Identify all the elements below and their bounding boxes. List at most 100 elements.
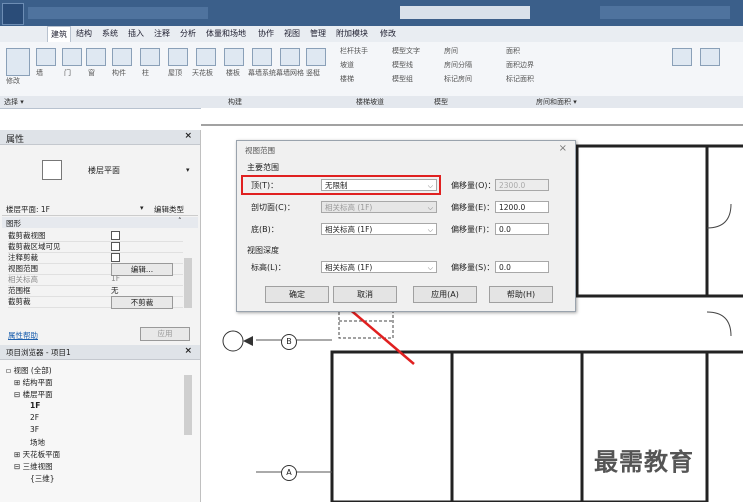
tree-item[interactable]: 2F (30, 413, 39, 422)
model-text-button[interactable]: 模型文字 (392, 46, 420, 56)
apply-button[interactable]: 应用(A) (413, 286, 477, 303)
tab-modify[interactable]: 修改 (380, 28, 396, 39)
help-button[interactable]: 帮助(H) (489, 286, 553, 303)
property-checkbox[interactable] (111, 231, 120, 240)
panel-room-area[interactable]: 房间和面积 ▾ (536, 97, 577, 107)
property-value[interactable]: 无 (111, 285, 119, 296)
tab-annotate[interactable]: 注释 (154, 28, 170, 39)
window-button[interactable] (86, 48, 106, 66)
tab-architecture[interactable]: 建筑 (47, 26, 71, 42)
property-checkbox[interactable] (111, 242, 120, 251)
view-selector[interactable]: 楼层平面: 1F ▾ 编辑类型 (2, 203, 198, 216)
top-level-select[interactable]: 无限制 ⌵ (321, 179, 437, 191)
tree-item[interactable]: 3F (30, 425, 39, 434)
roof-button[interactable] (168, 48, 188, 66)
bottom-level-value: 相关标高 (1F) (325, 225, 373, 234)
area-boundary-button[interactable]: 面积边界 (506, 60, 534, 70)
model-group-button[interactable]: 模型组 (392, 74, 413, 84)
tree-item-label: 三维视图 (22, 462, 53, 471)
app-logo[interactable] (2, 3, 24, 25)
tab-manage[interactable]: 管理 (310, 28, 326, 39)
depth-offset-field[interactable]: 0.0 (495, 261, 549, 273)
tree-item-label: 视图 (全部) (13, 366, 52, 375)
depth-level-select[interactable]: 相关标高 (1F) ⌵ (321, 261, 437, 273)
apply-button[interactable]: 应用 (140, 327, 190, 341)
close-icon[interactable]: × (184, 346, 192, 356)
floor-label: 楼板 (226, 69, 240, 77)
curtain-system-button[interactable] (252, 48, 272, 66)
tab-systems[interactable]: 系统 (102, 28, 118, 39)
edit-type-button[interactable]: 编辑类型 (154, 204, 184, 215)
cancel-button[interactable]: 取消 (333, 286, 397, 303)
properties-scrollbar[interactable] (184, 258, 192, 308)
mullion-button[interactable] (306, 48, 326, 66)
properties-header: 属性 × (0, 130, 200, 145)
curtain-grid-button[interactable] (280, 48, 300, 66)
collapse-icon[interactable]: ˄ (178, 217, 182, 225)
tab-view[interactable]: 视图 (284, 28, 300, 39)
grid-bubble-b[interactable]: B (281, 334, 297, 350)
bottom-offset-field[interactable]: 0.0 (495, 223, 549, 235)
cut-plane-value: 相关标高 (1F) (325, 203, 373, 212)
modify-button[interactable] (6, 48, 30, 76)
wall-button[interactable] (36, 48, 56, 66)
graphics-section[interactable]: 图形 ˄ (2, 217, 198, 228)
tab-insert[interactable]: 插入 (128, 28, 144, 39)
datum-button[interactable] (672, 48, 692, 66)
railing-button[interactable]: 栏杆扶手 (340, 46, 368, 56)
cut-plane-select[interactable]: 相关标高 (1F) ⌵ (321, 201, 437, 213)
room-separator-button[interactable]: 房间分隔 (444, 60, 472, 70)
room-button[interactable]: 房间 (444, 46, 458, 56)
grid-button[interactable] (700, 48, 720, 66)
tab-collaborate[interactable]: 协作 (258, 28, 274, 39)
level-label: 标高(L)： (251, 263, 286, 272)
ok-button[interactable]: 确定 (265, 286, 329, 303)
search-box[interactable] (400, 6, 530, 19)
quick-access-toolbar[interactable] (28, 7, 208, 19)
browser-scrollbar[interactable] (184, 375, 192, 435)
area-button[interactable]: 面积 (506, 46, 520, 56)
tab-structure[interactable]: 结构 (76, 28, 92, 39)
ceiling-button[interactable] (196, 48, 216, 66)
chevron-down-icon[interactable]: ▾ (186, 166, 190, 174)
user-area[interactable] (600, 6, 730, 19)
ramp-button[interactable]: 坡道 (340, 60, 354, 70)
cut-offset-field[interactable]: 1200.0 (495, 201, 549, 213)
panel-circulation: 楼梯坡道 (356, 98, 384, 106)
component-button[interactable] (112, 48, 132, 66)
top-offset-field[interactable]: 2300.0 (495, 179, 549, 191)
tag-area-button[interactable]: 标记面积 (506, 74, 534, 84)
tree-item[interactable]: 场地 (30, 437, 45, 448)
close-icon[interactable]: × (184, 131, 192, 141)
stair-button[interactable]: 楼梯 (340, 74, 354, 84)
tree-item[interactable]: {三维} (30, 473, 55, 484)
property-key: 注释剪裁 (8, 253, 38, 262)
view-depth-label: 视图深度 (247, 246, 279, 255)
tab-analyze[interactable]: 分析 (180, 28, 196, 39)
door-button[interactable] (62, 48, 82, 66)
bottom-level-select[interactable]: 相关标高 (1F) ⌵ (321, 223, 437, 235)
chevron-down-icon: ⌵ (427, 226, 433, 234)
close-icon[interactable]: × (559, 143, 567, 154)
chevron-down-icon[interactable]: ▾ (140, 204, 144, 212)
properties-help-link[interactable]: 属性帮助 (8, 330, 38, 341)
tree-item[interactable]: 1F (30, 401, 40, 410)
grid-bubble-label: B (286, 337, 292, 346)
crop-dropdown[interactable]: 不剪裁 (111, 296, 173, 309)
tree-item[interactable]: ▫ 视图 (全部) (6, 365, 52, 376)
type-name[interactable]: 楼层平面 (88, 165, 120, 176)
floor-button[interactable] (224, 48, 244, 66)
tree-item[interactable]: ⊞ 结构平面 (14, 377, 53, 388)
tab-massing[interactable]: 体量和场地 (206, 28, 246, 39)
tab-addins[interactable]: 附加模块 (336, 28, 368, 39)
column-button[interactable] (140, 48, 160, 66)
view-selector-label: 楼层平面: 1F (6, 205, 50, 214)
tag-room-button[interactable]: 标记房间 (444, 74, 472, 84)
tree-item[interactable]: ⊟ 三维视图 (14, 461, 53, 472)
tree-item[interactable]: ⊞ 天花板平面 (14, 449, 60, 460)
panel-select[interactable]: 选择 ▾ (4, 97, 24, 107)
model-line-button[interactable]: 模型线 (392, 60, 413, 70)
grid-bubble-a[interactable]: A (281, 465, 297, 481)
tree-item[interactable]: ⊟ 楼层平面 (14, 389, 53, 400)
property-checkbox[interactable] (111, 253, 120, 262)
